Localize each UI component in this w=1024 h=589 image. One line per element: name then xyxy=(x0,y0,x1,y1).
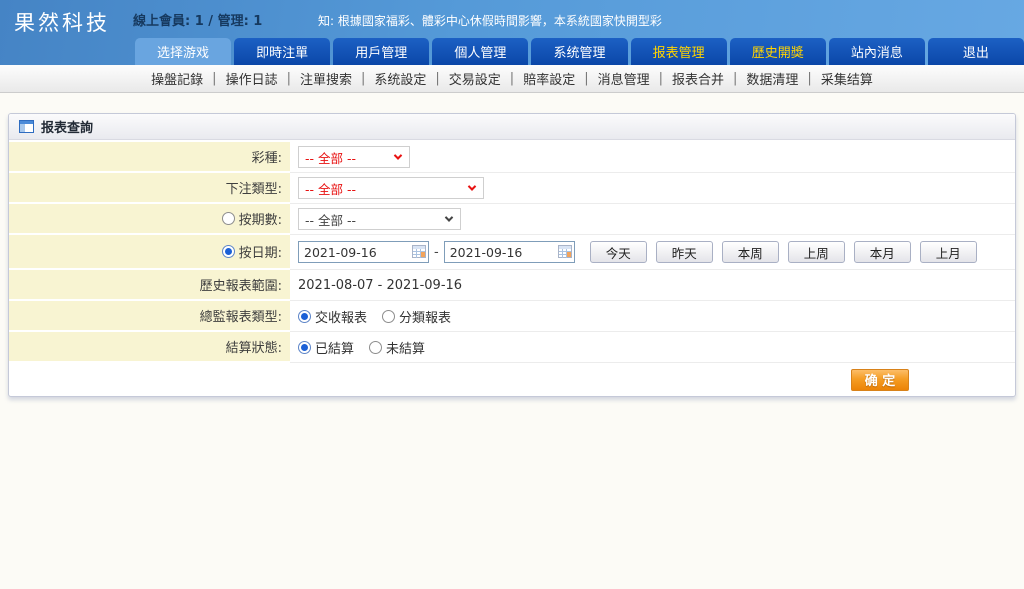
date-range-separator: - xyxy=(434,245,439,260)
submenu-item-trade-records[interactable]: 操盤記錄 xyxy=(142,69,212,88)
history-range-value: 2021-08-07 - 2021-09-16 xyxy=(298,278,462,293)
calendar-icon[interactable] xyxy=(412,245,426,258)
report-type-option-settlement[interactable]: 交收報表 xyxy=(298,307,367,326)
report-type-label: 總監報表類型: xyxy=(200,306,282,325)
row-settle-status: 結算狀態: 已結算 未結算 xyxy=(9,332,1015,363)
row-lottery-type: 彩種: -- 全部 -- xyxy=(9,142,1015,173)
main-nav-tabs: 选择游戏 即時注單 用戶管理 個人管理 系统管理 报表管理 歷史開獎 站內消息 … xyxy=(135,38,1024,65)
bet-type-label: 下注類型: xyxy=(226,178,282,197)
chevron-down-icon xyxy=(394,151,402,159)
app-logo: 果然科技 xyxy=(14,7,110,37)
settle-status-label: 結算狀態: xyxy=(226,337,282,356)
row-by-period: 按期數: -- 全部 -- xyxy=(9,204,1015,235)
tab-user-management[interactable]: 用戶管理 xyxy=(333,38,429,65)
today-button[interactable]: 今天 xyxy=(590,241,647,263)
unsettled-label: 未結算 xyxy=(386,338,425,357)
date-from-input[interactable] xyxy=(299,242,428,262)
row-history-range: 歷史報表範圍: 2021-08-07 - 2021-09-16 xyxy=(9,270,1015,301)
confirm-button[interactable]: 确 定 xyxy=(851,369,909,391)
lottery-type-select[interactable]: -- 全部 -- xyxy=(298,146,410,168)
date-from-box xyxy=(298,241,429,263)
notice-marquee: 知: 根據國家福彩、體彩中心休假時間影響，本系統國家快開型彩 xyxy=(318,12,718,29)
tab-system-management[interactable]: 系统管理 xyxy=(531,38,627,65)
tab-live-bets[interactable]: 即時注單 xyxy=(234,38,330,65)
history-range-label: 歷史報表範圍: xyxy=(200,275,282,294)
by-period-radio[interactable] xyxy=(222,212,235,225)
this-week-button[interactable]: 本周 xyxy=(722,241,779,263)
by-date-label: 按日期: xyxy=(239,242,282,261)
bet-type-select[interactable]: -- 全部 -- xyxy=(298,177,484,199)
row-bet-type: 下注類型: -- 全部 -- xyxy=(9,173,1015,204)
yesterday-button[interactable]: 昨天 xyxy=(656,241,713,263)
by-date-radio[interactable] xyxy=(222,245,235,258)
settled-radio[interactable] xyxy=(298,341,311,354)
lottery-type-label: 彩種: xyxy=(252,147,282,166)
submenu-item-collect-settle[interactable]: 采集结算 xyxy=(812,69,882,88)
online-stats: 線上會員: 1 / 管理: 1 xyxy=(133,10,262,29)
settle-status-option-settled[interactable]: 已結算 xyxy=(298,338,354,357)
report-query-panel: 报表查詢 彩種: -- 全部 -- 下注類型: xyxy=(8,113,1016,397)
this-month-button[interactable]: 本月 xyxy=(854,241,911,263)
tab-site-messages[interactable]: 站內消息 xyxy=(829,38,925,65)
submenu-item-message-management[interactable]: 消息管理 xyxy=(589,69,659,88)
category-report-label: 分類報表 xyxy=(399,307,451,326)
chevron-down-icon xyxy=(468,182,476,190)
period-select[interactable]: -- 全部 -- xyxy=(298,208,461,230)
app-header: 果然科技 線上會員: 1 / 管理: 1 知: 根據國家福彩、體彩中心休假時間影… xyxy=(0,0,1024,65)
last-week-button[interactable]: 上周 xyxy=(788,241,845,263)
calendar-icon[interactable] xyxy=(558,245,572,258)
settled-label: 已結算 xyxy=(315,338,354,357)
unsettled-radio[interactable] xyxy=(369,341,382,354)
tab-logout[interactable]: 退出 xyxy=(928,38,1024,65)
panel-header: 报表查詢 xyxy=(9,114,1015,140)
submenu-item-data-cleanup[interactable]: 数据清理 xyxy=(737,69,807,88)
quick-date-buttons: 今天 昨天 本周 上周 本月 上月 xyxy=(590,241,977,263)
tab-personal-management[interactable]: 個人管理 xyxy=(432,38,528,65)
submenu-item-odds-settings[interactable]: 賠率設定 xyxy=(514,69,584,88)
submenu-item-report-merge[interactable]: 报表合并 xyxy=(663,69,733,88)
query-form: 彩種: -- 全部 -- 下注類型: -- 全部 -- xyxy=(9,140,1015,396)
last-month-button[interactable]: 上月 xyxy=(920,241,977,263)
date-to-box xyxy=(444,241,575,263)
tab-select-game[interactable]: 选择游戏 xyxy=(135,38,231,65)
settlement-report-label: 交收報表 xyxy=(315,307,367,326)
category-report-radio[interactable] xyxy=(382,310,395,323)
report-icon xyxy=(19,120,34,133)
settle-status-option-unsettled[interactable]: 未結算 xyxy=(369,338,425,357)
submenu-item-bet-search[interactable]: 注單搜索 xyxy=(291,69,361,88)
period-selected-value: -- 全部 -- xyxy=(305,210,356,229)
row-report-type: 總監報表類型: 交收報表 分類報表 xyxy=(9,301,1015,332)
tab-history-draws[interactable]: 歷史開獎 xyxy=(730,38,826,65)
tab-report-management[interactable]: 报表管理 xyxy=(631,38,727,65)
row-submit: 确 定 xyxy=(9,363,1015,396)
date-to-input[interactable] xyxy=(445,242,574,262)
submenu-item-trade-settings[interactable]: 交易設定 xyxy=(440,69,510,88)
submenu-bar: 操盤記錄 | 操作日誌 | 注單搜索 | 系统設定 | 交易設定 | 賠率設定 … xyxy=(0,65,1024,93)
panel-title: 报表查詢 xyxy=(41,117,93,136)
by-period-label: 按期數: xyxy=(239,209,282,228)
bet-type-selected-value: -- 全部 -- xyxy=(305,179,356,198)
chevron-down-icon xyxy=(445,213,453,221)
main-content: 报表查詢 彩種: -- 全部 -- 下注類型: xyxy=(0,93,1024,397)
report-type-option-category[interactable]: 分類報表 xyxy=(382,307,451,326)
row-by-date: 按日期: - xyxy=(9,235,1015,270)
settlement-report-radio[interactable] xyxy=(298,310,311,323)
submenu-item-operation-log[interactable]: 操作日誌 xyxy=(217,69,287,88)
submenu-item-system-settings[interactable]: 系统設定 xyxy=(365,69,435,88)
lottery-type-selected-value: -- 全部 -- xyxy=(305,148,356,167)
